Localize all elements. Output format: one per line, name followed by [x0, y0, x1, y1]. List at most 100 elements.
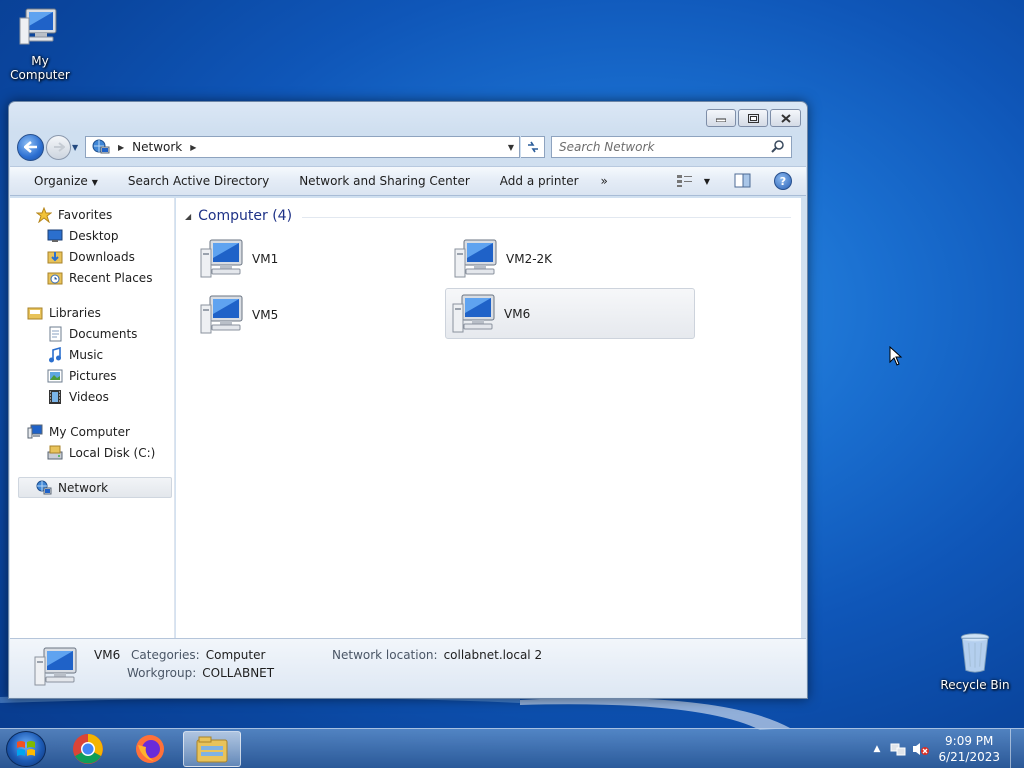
computer-tile-label: VM1 [252, 251, 279, 266]
minimize-button[interactable] [706, 109, 736, 127]
minimize-icon [716, 118, 726, 122]
search-icon[interactable] [771, 140, 785, 154]
sidebar-item-label: Downloads [69, 249, 135, 264]
sidebar-item-pictures[interactable]: Pictures [10, 365, 174, 386]
show-hidden-icons-icon[interactable]: ▲ [874, 744, 881, 754]
navigation-bar: ▼ ▶ Network ▶ ▼ [17, 133, 799, 161]
workgroup-label: Workgroup: [127, 666, 197, 680]
volume-muted-icon[interactable] [912, 741, 930, 757]
taskbar-explorer[interactable] [183, 731, 241, 767]
categories-value: Computer [205, 648, 266, 662]
sidebar-item-my-computer[interactable]: My Computer [10, 421, 174, 442]
details-workgroup: Workgroup: COLLABNET [127, 666, 274, 680]
explorer-window: ▼ ▶ Network ▶ ▼ Organize▼ Se [8, 101, 808, 699]
computer-tile-vm5[interactable]: VM5 [194, 289, 444, 340]
search-active-directory-button[interactable]: Search Active Directory [128, 174, 269, 188]
computer-icon [200, 239, 243, 277]
add-printer-button[interactable]: Add a printer [500, 174, 579, 188]
collapse-triangle-icon[interactable]: ◢ [185, 212, 191, 221]
details-pane: VM6 Categories: Computer Workgroup: COLLAB… [10, 638, 806, 697]
preview-pane-icon[interactable] [734, 173, 752, 189]
help-icon[interactable]: ? [774, 172, 792, 190]
desktop-icon [47, 228, 63, 244]
group-header-label: Computer (4) [198, 208, 293, 224]
navigation-pane: Favorites Desktop Downloads Recent Place… [10, 198, 175, 638]
computer-group: My Computer Local Disk (C:) [10, 421, 174, 463]
arrow-right-icon [53, 142, 65, 152]
view-options-icon[interactable] [676, 174, 694, 188]
group-header-computer[interactable]: ◢ Computer (4) [185, 207, 791, 225]
start-button[interactable] [6, 731, 46, 767]
sidebar-item-label: Recent Places [69, 270, 153, 285]
restore-icon [747, 113, 759, 123]
sidebar-item-music[interactable]: Music [10, 344, 174, 365]
music-icon [47, 346, 63, 363]
network-location-label: Network location: [332, 648, 438, 662]
sidebar-item-label: Libraries [49, 305, 101, 320]
desktop-icon-my-computer[interactable]: My Computer [0, 6, 80, 82]
computer-tile-vm1[interactable]: VM1 [194, 233, 444, 284]
libraries-group: Libraries Documents Music Pictures Video… [10, 302, 174, 407]
network-status-icon[interactable] [890, 741, 906, 757]
clock-date: 6/21/2023 [938, 750, 1000, 764]
breadcrumb-arrow-icon[interactable]: ▶ [190, 143, 196, 152]
computer-tile-label: VM5 [252, 307, 279, 322]
show-desktop-button[interactable] [1010, 729, 1024, 768]
search-input[interactable] [552, 140, 771, 154]
sidebar-item-favorites[interactable]: Favorites [10, 204, 174, 225]
sidebar-item-network[interactable]: Network [18, 477, 172, 498]
window-caption-buttons [706, 109, 801, 127]
breadcrumb-arrow-icon[interactable]: ▶ [118, 143, 124, 152]
details-network-location: Network location: collabnet.local 2 [332, 648, 542, 662]
sidebar-item-libraries[interactable]: Libraries [10, 302, 174, 323]
sidebar-item-local-disk[interactable]: Local Disk (C:) [10, 442, 174, 463]
videos-icon [47, 389, 63, 405]
computer-icon [19, 8, 57, 45]
chevron-down-icon: ▼ [91, 178, 98, 187]
sidebar-item-recent-places[interactable]: Recent Places [10, 267, 174, 288]
sidebar-item-label: Pictures [69, 368, 117, 383]
sidebar-item-downloads[interactable]: Downloads [10, 246, 174, 267]
computer-tile-vm6[interactable]: VM6 [445, 288, 695, 339]
network-icon [36, 480, 52, 496]
sidebar-item-desktop[interactable]: Desktop [10, 225, 174, 246]
downloads-icon [47, 249, 63, 265]
forward-button[interactable] [46, 134, 71, 160]
more-commands-button[interactable]: » [601, 174, 608, 188]
desktop-icon-label: Recycle Bin [940, 678, 1010, 692]
details-categories: Categories: Computer [131, 648, 265, 662]
recent-places-icon [47, 270, 63, 286]
sidebar-item-videos[interactable]: Videos [10, 386, 174, 407]
close-button[interactable] [770, 109, 801, 127]
computer-tile-label: VM6 [504, 306, 531, 321]
sidebar-item-label: Documents [69, 326, 138, 341]
computer-tile-vm2-2k[interactable]: VM2-2K [448, 233, 698, 284]
workgroup-value: COLLABNET [202, 666, 275, 680]
chevron-down-icon[interactable]: ▼ [704, 177, 710, 186]
address-dropdown-icon[interactable]: ▼ [503, 143, 519, 152]
back-button[interactable] [17, 133, 44, 161]
command-bar: Organize ▼ Search Active Directory Networ… [10, 166, 806, 196]
maximize-button[interactable] [738, 109, 768, 127]
computer-icon [200, 295, 243, 333]
search-box[interactable] [551, 136, 792, 158]
address-bar[interactable]: ▶ Network ▶ ▼ [85, 136, 520, 158]
clock[interactable]: 9:09 PM 6/21/2023 [938, 733, 1000, 765]
group-divider [302, 216, 791, 218]
refresh-button[interactable] [521, 136, 545, 158]
taskbar-firefox[interactable] [121, 731, 179, 767]
explorer-icon [196, 736, 228, 763]
documents-icon [47, 326, 63, 342]
organize-menu[interactable]: Organize ▼ [34, 174, 98, 188]
taskbar-chrome[interactable] [59, 731, 117, 767]
desktop-icon-recycle-bin[interactable]: Recycle Bin [935, 630, 1015, 692]
local-disk-icon [47, 445, 63, 461]
network-sharing-center-button[interactable]: Network and Sharing Center [299, 174, 470, 188]
computer-icon [34, 647, 77, 686]
computer-icon [27, 424, 43, 440]
recent-pages-dropdown[interactable]: ▼ [72, 143, 82, 152]
sidebar-item-documents[interactable]: Documents [10, 323, 174, 344]
sidebar-item-label: Favorites [58, 207, 113, 222]
mouse-cursor-icon [889, 346, 903, 366]
breadcrumb-network[interactable]: Network [132, 140, 182, 154]
